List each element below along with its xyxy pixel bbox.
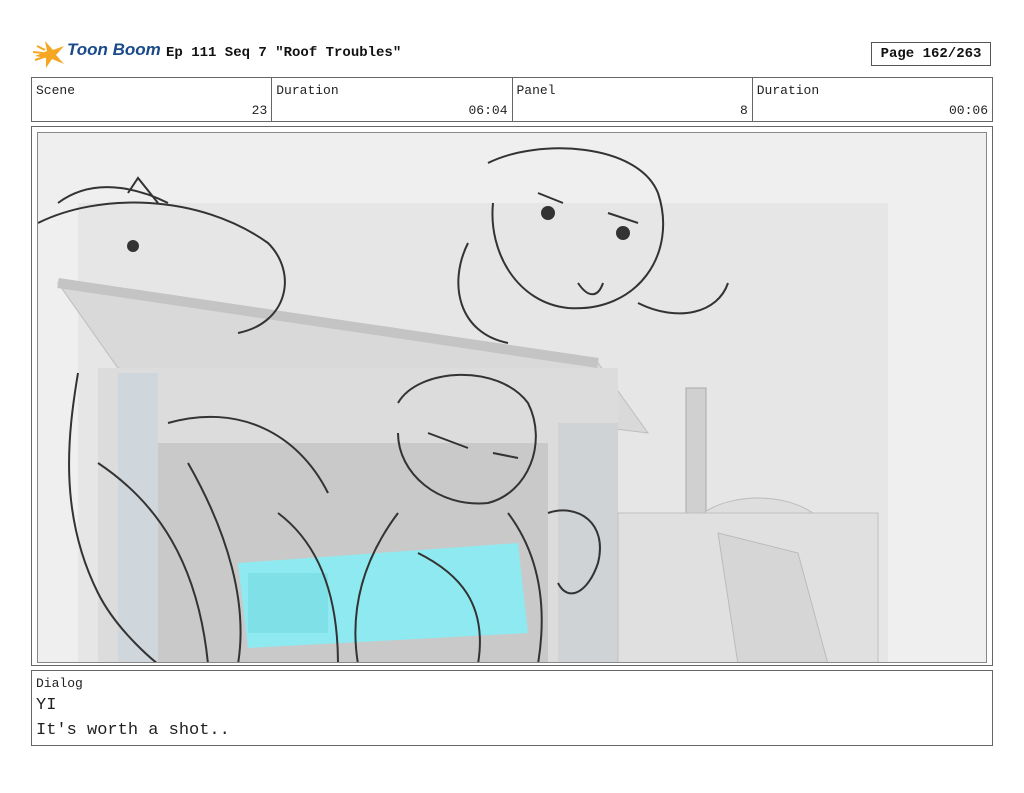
page-number: Page 162/263 [871, 42, 991, 66]
scene-duration-label: Duration [276, 83, 339, 98]
panel-duration-label: Duration [756, 83, 820, 98]
scene-cell: Scene 23 [32, 78, 273, 121]
dialog-speaker: YI [36, 696, 57, 715]
scene-duration-cell: Duration 06:04 [272, 78, 513, 121]
storyboard-sketch [38, 133, 986, 662]
logo-text: Toon Boom [67, 40, 161, 59]
dialog-label: Dialog [36, 676, 83, 691]
scene-duration-value: 06:04 [468, 103, 508, 118]
toon-boom-star-icon [32, 41, 64, 68]
dialog-box: Dialog YI It's worth a shot.. [31, 670, 993, 746]
storyboard-panel-image [37, 132, 987, 663]
scene-value: 23 [251, 103, 268, 118]
panel-duration-cell: Duration 00:06 [753, 78, 992, 121]
toon-boom-logo: Toon Boom [32, 38, 163, 70]
panel-duration-value: 00:06 [948, 103, 988, 118]
storyboard-title: Ep 111 Seq 7 "Roof Troubles" [166, 45, 402, 61]
panel-value: 8 [739, 103, 748, 118]
panel-cell: Panel 8 [513, 78, 753, 121]
dialog-line: It's worth a shot.. [36, 721, 230, 740]
panel-info-bar: Scene 23 Duration 06:04 Panel 8 Duration… [31, 77, 993, 122]
panel-label: Panel [516, 83, 556, 98]
scene-label: Scene [36, 83, 76, 98]
